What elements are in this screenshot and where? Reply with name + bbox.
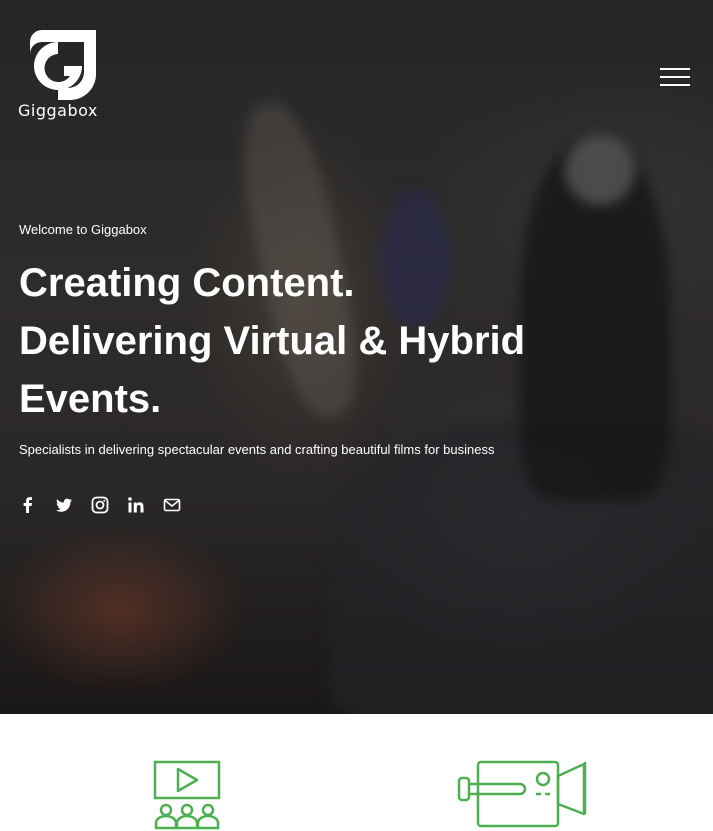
hero-headline-line-1: Creating Content. [19,261,355,305]
giggabox-logo[interactable]: Giggabox [18,30,108,122]
video-camera-icon [457,760,587,828]
linkedin-icon [128,497,144,513]
services-section [0,714,713,831]
twitter-link[interactable] [55,496,73,514]
hero-headline-line-3: Events. [19,377,162,421]
hamburger-menu-icon-bar-top [660,68,690,70]
hamburger-menu-icon-bar-bottom [660,84,690,86]
hero-headline-line-2: Delivering Virtual & Hybrid [19,319,526,363]
video-screening-icon [153,760,221,830]
hero-headline: Creating Content. Delivering Virtual & H… [19,254,659,428]
giggabox-logo-text: Giggabox [18,101,98,120]
hero-subline: Specialists in delivering spectacular ev… [19,442,495,457]
email-icon [163,498,181,512]
hero-section: Giggabox Welcome to Giggabox Creating Co… [0,0,713,714]
giggabox-logo-mark-icon [30,30,96,100]
hero-background-head [565,135,635,205]
hero-content: Welcome to Giggabox Creating Content. De… [19,222,659,458]
hero-kicker: Welcome to Giggabox [19,222,147,237]
hamburger-menu-button[interactable] [660,66,692,88]
hamburger-menu-icon-bar-middle [660,76,690,78]
facebook-icon [23,497,32,513]
instagram-icon [91,496,109,514]
instagram-link[interactable] [91,496,109,514]
social-links [19,496,181,514]
email-link[interactable] [163,496,181,514]
facebook-link[interactable] [19,496,37,514]
twitter-icon [56,498,72,512]
linkedin-link[interactable] [127,496,145,514]
